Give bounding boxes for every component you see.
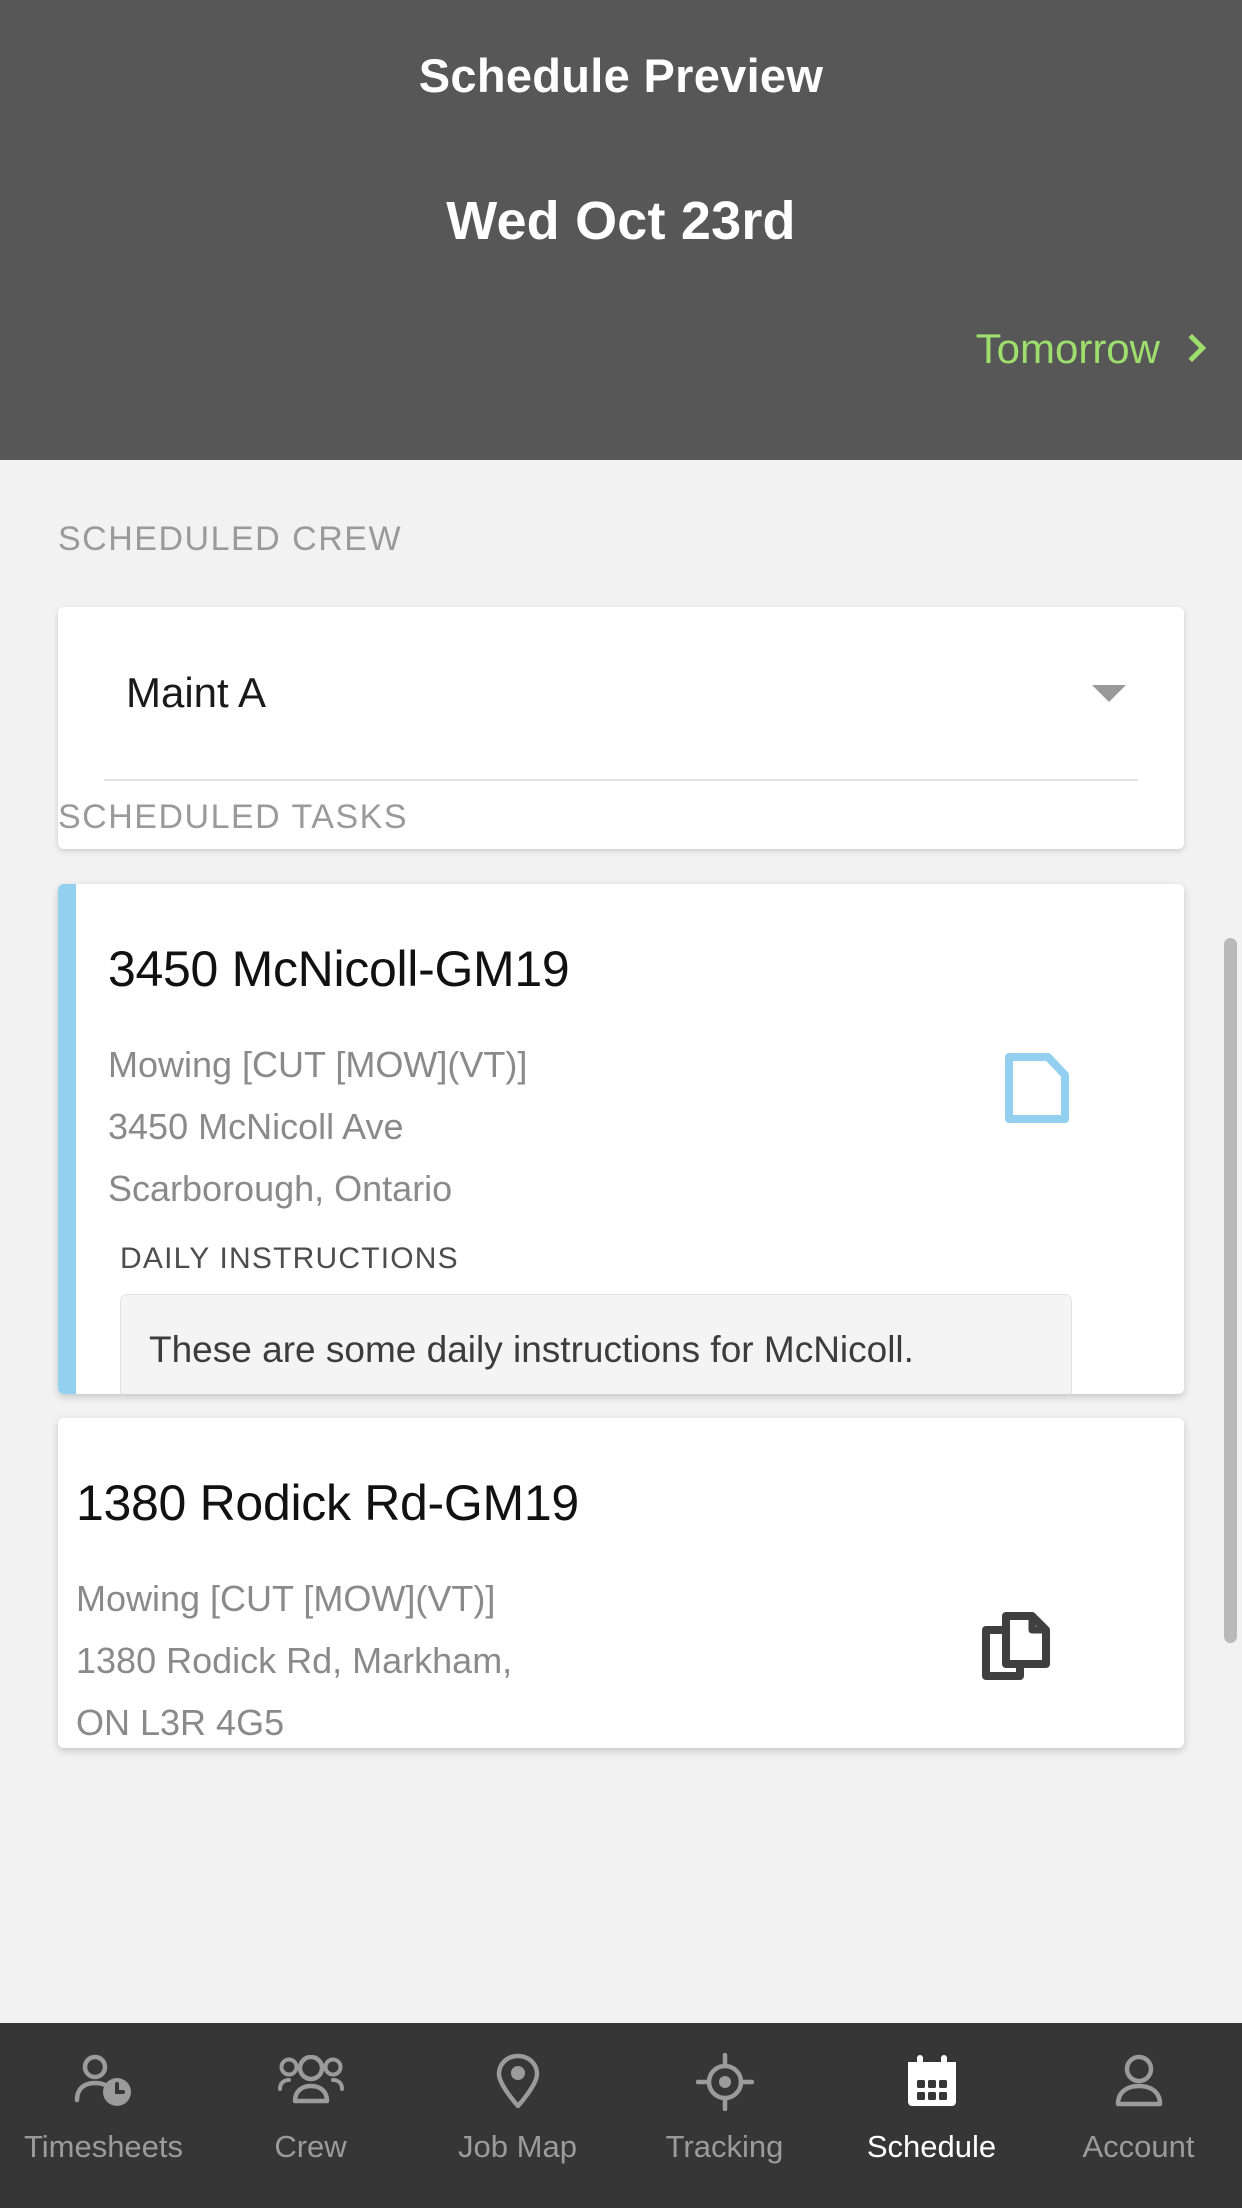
task-accent-bar [58, 884, 76, 1394]
person-clock-icon [73, 2051, 135, 2113]
tab-label: Job Map [458, 2129, 577, 2164]
task-card[interactable]: 3450 McNicoll-GM19 Mowing [CUT [MOW](VT)… [58, 884, 1184, 1394]
tab-label: Timesheets [23, 2129, 184, 2164]
schedule-date: Wed Oct 23rd [446, 191, 796, 251]
schedule-scroll-area[interactable]: SCHEDULED CREW Maint A SCHEDULED TASKS 3… [0, 460, 1242, 2023]
task-card[interactable]: 1380 Rodick Rd-GM19 Mowing [CUT [MOW](VT… [58, 1418, 1184, 1748]
tab-label: Schedule [866, 2129, 997, 2164]
tab-label: Crew [274, 2129, 347, 2164]
task-address-line1: 1380 Rodick Rd, Markham, [76, 1640, 513, 1681]
crew-selector-row[interactable]: Maint A [126, 669, 1136, 717]
next-day-label: Tomorrow [975, 325, 1160, 372]
tab-label: Account [1082, 2129, 1195, 2164]
task-service: Mowing [CUT [MOW](VT)] [76, 1578, 496, 1619]
task-address-line2: ON L3R 4G5 [76, 1702, 285, 1743]
crew-selected-value: Maint A [126, 669, 267, 716]
map-pin-icon [494, 2051, 542, 2113]
crosshair-target-icon [695, 2051, 754, 2113]
tab-crew[interactable]: Crew [207, 2023, 414, 2208]
daily-instructions-label: DAILY INSTRUCTIONS [120, 1242, 459, 1275]
tab-timesheets[interactable]: Timesheets [0, 2023, 207, 2208]
calendar-icon [905, 2051, 959, 2113]
task-service: Mowing [CUT [MOW](VT)] [108, 1044, 528, 1085]
copy-documents-icon[interactable] [980, 1608, 1052, 1691]
tab-tracking[interactable]: Tracking [621, 2023, 828, 2208]
people-group-icon [277, 2051, 344, 2113]
bottom-tab-bar: Timesheets Crew Job Map Tracking Schedul… [0, 2023, 1242, 2208]
task-address-line1: 3450 McNicoll Ave [108, 1106, 404, 1147]
chevron-right-icon [1177, 333, 1207, 362]
scheduled-crew-label: SCHEDULED CREW [58, 520, 403, 558]
person-icon [1113, 2051, 1165, 2113]
task-title: 1380 Rodick Rd-GM19 [76, 1475, 579, 1531]
task-address-line2: Scarborough, Ontario [108, 1168, 453, 1209]
vertical-scrollbar[interactable] [1224, 938, 1237, 1643]
app-header: Schedule Preview Wed Oct 23rd Tomorrow [0, 0, 1242, 460]
daily-instructions-box: These are some daily instructions for Mc… [120, 1294, 1072, 1394]
task-details: Mowing [CUT [MOW](VT)] 1380 Rodick Rd, M… [76, 1568, 512, 1748]
scheduled-tasks-label: SCHEDULED TASKS [58, 798, 408, 836]
page-title: Schedule Preview [418, 49, 824, 102]
tab-schedule[interactable]: Schedule [828, 2023, 1035, 2208]
task-details: Mowing [CUT [MOW](VT)] 3450 McNicoll Ave… [108, 1034, 527, 1220]
caret-down-icon[interactable] [1092, 684, 1126, 702]
note-document-icon[interactable] [1004, 1052, 1070, 1129]
tab-job-map[interactable]: Job Map [414, 2023, 621, 2208]
next-day-link[interactable]: Tomorrow [975, 325, 1207, 373]
task-title: 3450 McNicoll-GM19 [108, 941, 570, 997]
tab-label: Tracking [665, 2129, 784, 2164]
tab-account[interactable]: Account [1035, 2023, 1242, 2208]
daily-instructions-text: These are some daily instructions for Mc… [149, 1329, 914, 1370]
crew-field-underline [104, 779, 1138, 781]
